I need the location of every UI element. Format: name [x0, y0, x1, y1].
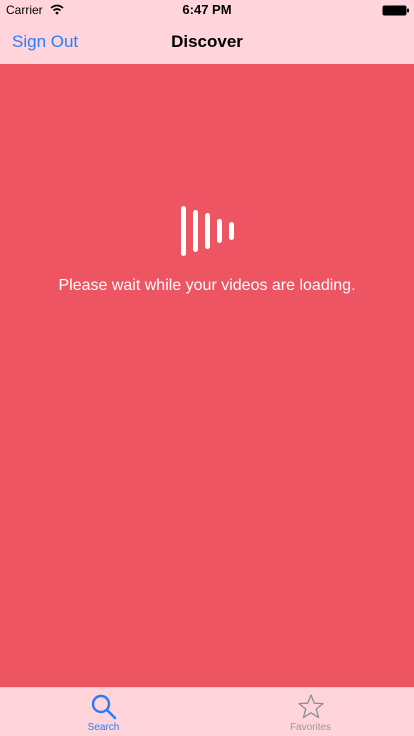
- tab-search[interactable]: Search: [0, 688, 207, 736]
- status-time: 6:47 PM: [182, 2, 232, 17]
- tab-favorites[interactable]: Favorites: [207, 688, 414, 736]
- search-icon: [91, 694, 116, 720]
- star-icon: [297, 694, 324, 719]
- loading-message: Please wait while your videos are loadin…: [58, 277, 356, 294]
- tab-favorites-label: Favorites: [289, 722, 332, 733]
- navigation-bar: Sign Out Discover: [0, 20, 414, 64]
- tab-bar: Search Favorites: [0, 687, 414, 736]
- audio-waveform-icon: [181, 206, 234, 256]
- tab-search-label: Search: [87, 722, 120, 733]
- battery-icon: [382, 5, 409, 16]
- main-content: Please wait while your videos are loadin…: [0, 64, 414, 687]
- page-title: Discover: [171, 32, 243, 51]
- status-bar: Carrier 6:47 PM: [0, 0, 414, 20]
